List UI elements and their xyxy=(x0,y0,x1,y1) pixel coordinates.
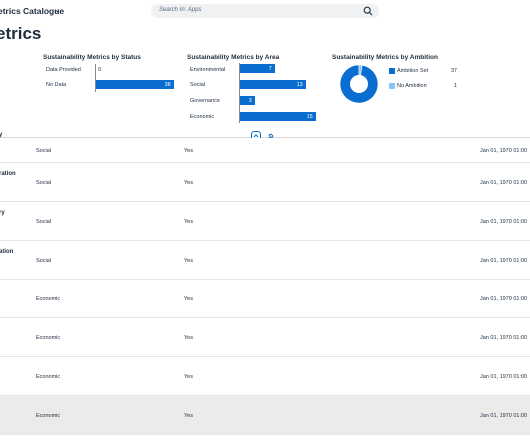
table-row[interactable]: ry Social Yes Jan 01, 1970 01:00 xyxy=(0,202,530,241)
legend-label: Ambition Set xyxy=(397,68,429,74)
search-icon[interactable] xyxy=(363,6,373,16)
date-cell: Jan 01, 1970 01:00 xyxy=(480,413,528,419)
search-field[interactable]: Search In: Apps xyxy=(151,4,379,18)
area-bar-value: 3 xyxy=(248,97,252,104)
status-bar[interactable] xyxy=(96,80,174,89)
date-cell: Jan 01, 1970 01:00 xyxy=(480,258,528,264)
ambition-cell: Yes xyxy=(184,180,193,186)
metric-name-cell[interactable]: y xyxy=(0,132,2,138)
search-placeholder: Search In: Apps xyxy=(159,7,202,13)
status-bar-value: 38 xyxy=(164,81,171,88)
area-cell: Social xyxy=(36,258,51,264)
legend-swatch-no-ambition xyxy=(389,83,395,89)
table-row[interactable]: ation Social Yes Jan 01, 1970 01:00 xyxy=(0,241,530,280)
table-row[interactable]: Economic Yes Jan 01, 1970 01:00 xyxy=(0,318,530,357)
page-title: etrics xyxy=(0,24,42,43)
metric-name-cell[interactable]: ry xyxy=(0,210,5,216)
ambition-cell: Yes xyxy=(184,335,193,341)
legend-value: 37 xyxy=(450,68,457,74)
area-category-label: Governance xyxy=(190,98,220,104)
ambition-chart-title: Sustainability Metrics by Ambition xyxy=(332,54,438,61)
ambition-cell: Yes xyxy=(184,219,193,225)
area-bar-value: 7 xyxy=(268,65,272,72)
metric-name-cell[interactable]: ration xyxy=(0,171,16,177)
area-category-label: Social xyxy=(190,82,205,88)
area-cell: Social xyxy=(36,148,51,154)
legend-swatch-ambition-set xyxy=(389,68,395,74)
date-cell: Jan 01, 1970 01:00 xyxy=(480,374,528,380)
status-category-label: No Data xyxy=(46,82,67,88)
area-bar-value: 13 xyxy=(296,81,303,88)
date-cell: Jan 01, 1970 01:00 xyxy=(480,296,528,302)
status-category-label: Data Provided xyxy=(46,67,81,73)
area-category-label: Environmental xyxy=(190,67,226,73)
area-cell: Economic xyxy=(36,335,61,341)
ambition-donut[interactable] xyxy=(339,64,379,104)
area-cell: Economic xyxy=(36,374,61,380)
area-cell: Economic xyxy=(36,413,61,419)
ambition-cell: Yes xyxy=(184,413,193,419)
shell-bar: etrics Catalogue ⌄ Search In: Apps xyxy=(0,0,530,22)
legend-label: No Ambition xyxy=(397,83,427,89)
table-row[interactable]: y Social Yes Jan 01, 1970 01:00 xyxy=(0,132,530,163)
area-bar[interactable] xyxy=(240,112,316,121)
ambition-cell: Yes xyxy=(184,296,193,302)
ambition-cell: Yes xyxy=(184,258,193,264)
table-row[interactable]: Economic Yes Jan 01, 1970 01:00 xyxy=(0,357,530,396)
date-cell: Jan 01, 1970 01:00 xyxy=(480,219,528,225)
date-cell: Jan 01, 1970 01:00 xyxy=(480,180,528,186)
area-category-label: Economic xyxy=(190,114,215,120)
status-chart-title: Sustainability Metrics by Status xyxy=(43,54,141,61)
table-row[interactable]: Economic Yes Jan 01, 1970 01:00 xyxy=(0,396,530,435)
legend-value: 1 xyxy=(453,83,457,89)
area-bar-value: 15 xyxy=(306,113,313,120)
status-bar-value: 0 xyxy=(98,66,102,73)
area-bar[interactable] xyxy=(240,96,255,105)
chevron-down-icon[interactable]: ⌄ xyxy=(54,5,61,14)
area-cell: Social xyxy=(36,180,51,186)
ambition-cell: Yes xyxy=(184,374,193,380)
area-cell: Economic xyxy=(36,296,61,302)
date-cell: Jan 01, 1970 01:00 xyxy=(480,335,528,341)
ambition-cell: Yes xyxy=(184,148,193,154)
area-cell: Social xyxy=(36,219,51,225)
date-cell: Jan 01, 1970 01:00 xyxy=(480,148,528,154)
table-row[interactable]: Economic Yes Jan 01, 1970 01:00 xyxy=(0,280,530,318)
area-chart-title: Sustainability Metrics by Area xyxy=(187,54,280,61)
table-row[interactable]: ration Social Yes Jan 01, 1970 01:00 xyxy=(0,163,530,202)
metric-name-cell[interactable]: ation xyxy=(0,249,13,255)
